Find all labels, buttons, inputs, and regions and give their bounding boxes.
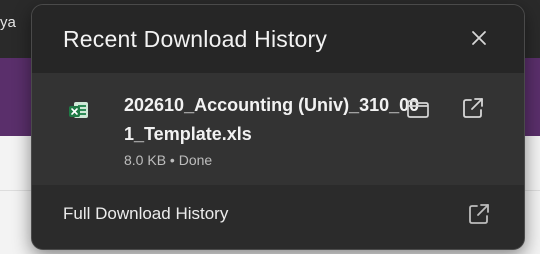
open-external-icon xyxy=(469,204,489,224)
open-external-icon xyxy=(463,98,483,118)
close-button[interactable] xyxy=(465,24,493,52)
download-file-name[interactable]: 202610_Accounting (Univ)_310_001_Templat… xyxy=(124,91,424,149)
background-toolbar-text: ya xyxy=(0,14,16,31)
folder-icon xyxy=(407,100,429,118)
excel-file-icon xyxy=(69,102,88,118)
close-icon xyxy=(472,31,486,45)
download-file-meta: 8.0 KB • Done xyxy=(124,152,213,168)
full-download-history-link[interactable]: Full Download History xyxy=(63,204,228,224)
show-in-folder-button[interactable] xyxy=(404,97,432,121)
popup-footer: Full Download History xyxy=(32,185,524,249)
popup-title: Recent Download History xyxy=(63,26,328,52)
download-history-popup: Recent Download History 202610_Accountin… xyxy=(31,4,525,250)
open-file-button[interactable] xyxy=(459,95,487,121)
open-full-history-button[interactable] xyxy=(465,200,493,228)
popup-header: Recent Download History xyxy=(32,5,524,73)
download-item[interactable]: 202610_Accounting (Univ)_310_001_Templat… xyxy=(32,73,524,185)
